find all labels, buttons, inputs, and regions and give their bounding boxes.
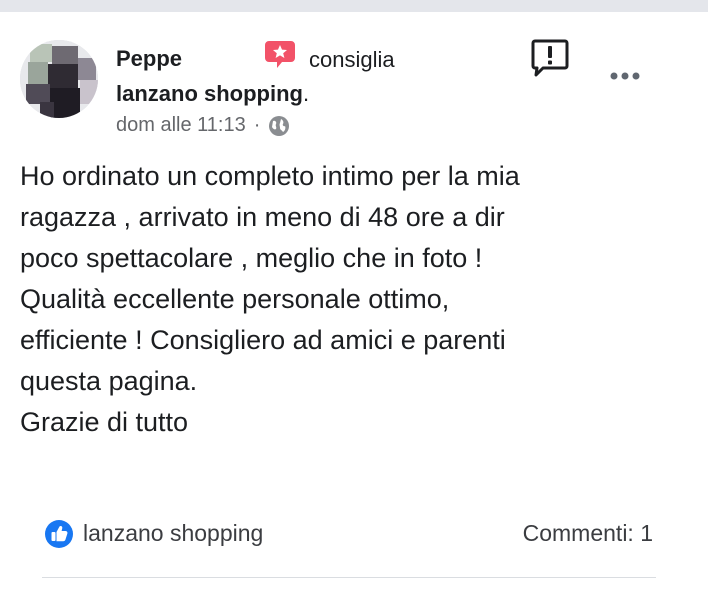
- top-separator-bar: [0, 0, 708, 12]
- footer-divider: [42, 577, 656, 578]
- avatar[interactable]: [20, 40, 98, 118]
- post-meta: dom alle 11:13 ·: [116, 114, 290, 137]
- meta-separator: ·: [253, 114, 261, 136]
- recommended-page-link[interactable]: lanzano shopping: [116, 81, 303, 106]
- redacted-surname: [192, 48, 264, 74]
- recommends-label: consiglia: [309, 47, 395, 72]
- comments-count[interactable]: Commenti: 1: [523, 520, 653, 547]
- recommend-star-icon: [265, 41, 295, 68]
- post-timestamp[interactable]: dom alle 11:13: [116, 114, 246, 137]
- recommended-page-line: lanzano shopping.: [116, 81, 309, 107]
- more-options-icon[interactable]: [605, 62, 645, 86]
- author-name[interactable]: Peppe: [116, 46, 182, 72]
- page-name-period: .: [303, 81, 310, 106]
- post-body-text: Ho ordinato un completo intimo per la mi…: [20, 161, 520, 437]
- globe-icon: [269, 115, 290, 136]
- like-icon[interactable]: [44, 519, 74, 549]
- reaction-label[interactable]: lanzano shopping: [83, 520, 263, 547]
- report-icon[interactable]: [530, 38, 570, 78]
